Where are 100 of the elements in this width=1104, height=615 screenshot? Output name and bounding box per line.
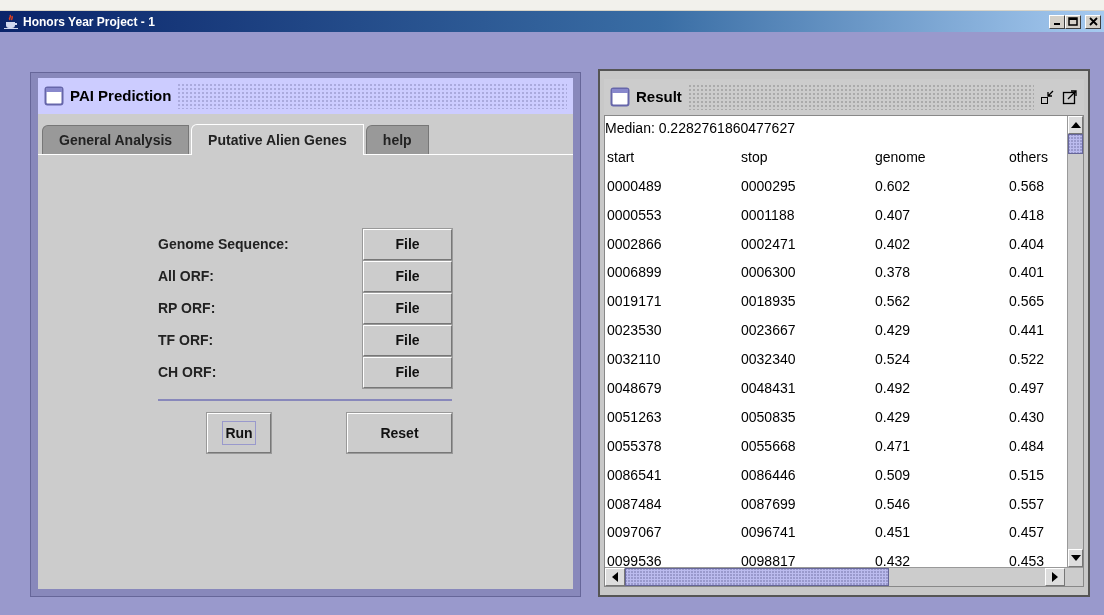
table-cell-text: 0048679 [606, 379, 663, 398]
table-cell-text: 0002471 [740, 234, 797, 254]
table-cell-text: 0.429 [874, 407, 912, 427]
table-cell-text: 0000295 [740, 176, 797, 196]
iconify-icon[interactable] [1040, 89, 1056, 105]
table-cell-text: 0.378 [874, 263, 912, 283]
table-cell-text: 0051263 [606, 407, 663, 427]
file-button[interactable]: File [363, 356, 452, 388]
close-button[interactable] [1085, 14, 1101, 29]
scroll-left-button[interactable] [605, 568, 625, 586]
table-cell-text: 0.404 [1008, 234, 1046, 254]
window-icon [44, 86, 64, 106]
column-header: stop [740, 147, 769, 167]
left-arrow-icon [612, 572, 618, 582]
table-cell-text: 0.429 [874, 321, 912, 341]
scroll-down-button[interactable] [1068, 549, 1083, 567]
table-cell-text: 0.546 [874, 494, 912, 514]
file-button[interactable]: File [363, 228, 452, 260]
reset-button[interactable]: Reset [347, 413, 452, 453]
table-cell-text: 0.471 [874, 436, 912, 456]
maximize-button[interactable] [1065, 14, 1081, 29]
scroll-thumb[interactable] [625, 568, 889, 586]
table-cell-text: 0.568 [1008, 176, 1046, 196]
table-cell-text: 0096741 [740, 523, 797, 543]
table-cell-text: 0086446 [740, 465, 797, 485]
table-cell-text: 0.418 [1008, 205, 1046, 225]
right-arrow-icon [1052, 572, 1058, 582]
run-button[interactable]: Run [207, 413, 271, 453]
table-cell-text: 0055668 [740, 436, 797, 456]
column-header: start [606, 147, 636, 167]
table-cell-text: 0001188 [740, 205, 796, 225]
table-cell-text: 0.562 [874, 292, 912, 312]
table-cell-text: 0087484 [606, 494, 663, 514]
scroll-thumb[interactable] [1068, 134, 1083, 154]
close-icon [1088, 17, 1098, 26]
table-cell-text: 0048431 [740, 379, 797, 398]
table-cell-text: 0023667 [740, 321, 797, 341]
table-cell-text: 0000489 [606, 176, 663, 196]
table-cell-text: 0097067 [606, 523, 663, 543]
table-cell-text: 0.453 [1008, 552, 1046, 567]
tab[interactable]: help [365, 125, 429, 154]
table-cell-text: 0087699 [740, 494, 797, 514]
table-cell-text: 0032340 [740, 350, 797, 370]
table-cell-text: 0098817 [740, 552, 797, 567]
table-cell-text: 0.602 [874, 176, 912, 196]
table-cell-text: 0006300 [740, 263, 797, 283]
field-label: TF ORF: [158, 330, 214, 350]
scroll-up-button[interactable] [1068, 116, 1083, 134]
table-cell-text: 0.432 [874, 552, 912, 567]
table-cell-text: 0006899 [606, 263, 663, 283]
table-cell-text: 0.430 [1008, 407, 1046, 427]
minimize-button[interactable] [1049, 14, 1065, 29]
table-cell-text: 0.441 [1008, 321, 1046, 341]
table-cell-text: 0023530 [606, 321, 663, 341]
table-cell-text: 0055378 [606, 436, 663, 456]
table-cell-text: 0032110 [606, 350, 662, 370]
coffee-cup-icon [3, 13, 19, 30]
file-button[interactable]: File [363, 324, 452, 356]
table-cell-text: 0099536 [606, 552, 663, 567]
table-cell-text: 0.497 [1008, 379, 1046, 398]
up-arrow-icon [1070, 122, 1081, 128]
file-button[interactable]: File [363, 292, 452, 324]
table-cell-text: 0.515 [1008, 465, 1046, 485]
field-label: All ORF: [158, 266, 214, 286]
file-button[interactable]: File [363, 260, 452, 292]
window-title: Result [636, 86, 682, 107]
table-cell-text: 0.451 [874, 523, 912, 543]
table-cell-text: 0.484 [1008, 436, 1046, 456]
maximize-icon[interactable] [1062, 89, 1078, 105]
window-title: Honors Year Project - 1 [23, 13, 155, 31]
horizontal-scrollbar[interactable] [605, 567, 1083, 586]
table-cell-text: 0.557 [1008, 494, 1046, 514]
table-cell-text: 0086541 [606, 465, 663, 485]
table-cell-text: 0050835 [740, 407, 797, 427]
table-cell-text: 0019171 [606, 292, 663, 312]
table-cell-text: 0000553 [606, 205, 663, 225]
table-cell-text: 0.457 [1008, 523, 1046, 543]
table-cell-text: 0.509 [874, 465, 912, 485]
table-cell-text: 0.492 [874, 379, 912, 398]
table-cell-text: 0.524 [874, 350, 912, 370]
table-cell-text: 0.522 [1008, 350, 1046, 370]
table-cell-text: 0018935 [740, 292, 797, 312]
scroll-right-button[interactable] [1045, 568, 1065, 586]
tab[interactable]: Putative Alien Genes [191, 124, 364, 155]
table-cell-text: 0.407 [874, 205, 912, 225]
vertical-scrollbar[interactable] [1067, 116, 1083, 567]
field-label: RP ORF: [158, 298, 216, 318]
maximize-icon [1068, 17, 1078, 26]
table-cell-text: 0.565 [1008, 292, 1046, 312]
tab[interactable]: General Analysis [42, 125, 190, 154]
table-cell-text: 0.402 [874, 234, 912, 254]
down-arrow-icon [1070, 555, 1081, 561]
window-title: PAI Prediction [70, 85, 172, 106]
window-icon [610, 87, 630, 107]
table-cell-text: 0.401 [1008, 263, 1046, 283]
column-header: others [1008, 147, 1049, 167]
median-text: Median: 0.2282761860477627 [605, 120, 795, 136]
field-label: Genome Sequence: [158, 234, 289, 254]
column-header: genome [874, 147, 927, 167]
table-cell-text: 0002866 [606, 234, 663, 254]
